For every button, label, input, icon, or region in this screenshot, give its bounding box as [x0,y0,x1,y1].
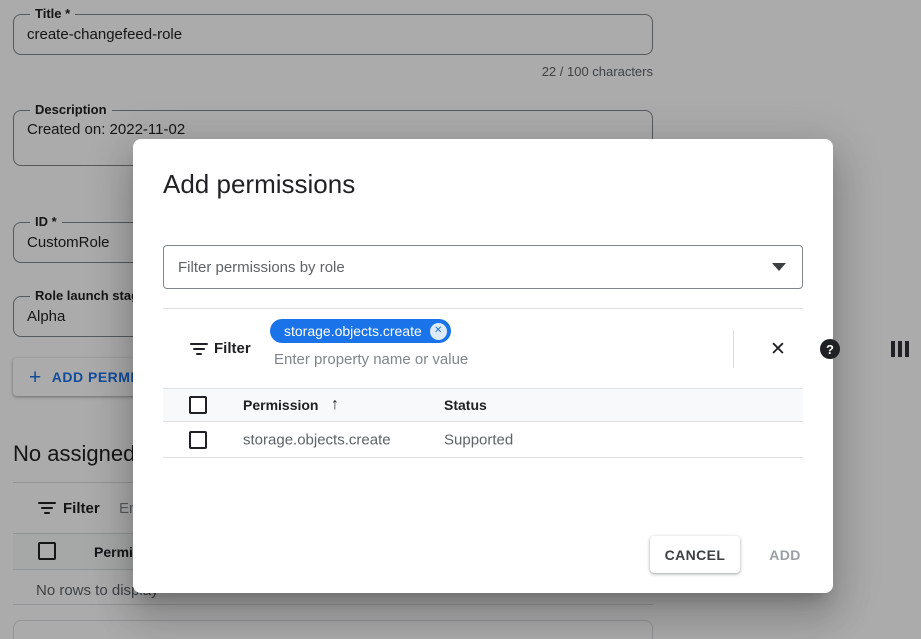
cancel-button[interactable]: CANCEL [650,536,740,573]
filter-chip-storage-objects-create[interactable]: storage.objects.create ✕ [270,319,451,343]
add-permissions-dialog: Add permissions Filter permissions by ro… [133,139,833,593]
sort-ascending-icon[interactable]: ↑ [331,396,339,414]
dialog-filter-label: Filter [214,340,251,357]
column-options-button[interactable] [886,335,914,363]
chevron-down-icon [772,263,786,271]
filter-icon [190,342,208,361]
role-select-placeholder: Filter permissions by role [178,259,772,276]
row-checkbox[interactable] [189,431,207,449]
toolbar-divider [733,330,734,368]
row-status: Supported [444,431,513,448]
dialog-filter-input[interactable] [274,347,604,371]
close-icon: ✕ [770,338,786,361]
columns-icon [891,341,909,357]
clear-filter-button[interactable]: ✕ [764,335,792,363]
divider [163,308,803,309]
chip-remove-icon[interactable]: ✕ [430,323,447,340]
dialog-table-header: Permission ↑ Status [163,388,803,422]
select-all-checkbox[interactable] [189,396,207,414]
filter-permissions-by-role-select[interactable]: Filter permissions by role [163,245,803,289]
dialog-title: Add permissions [163,169,355,200]
screen: Title * create-changefeed-role 22 / 100 … [0,0,921,639]
column-status[interactable]: Status [444,397,487,413]
filter-chip-label: storage.objects.create [284,323,422,339]
column-permission[interactable]: Permission [243,397,318,413]
filter-help-button[interactable]: ? [816,335,844,363]
help-icon: ? [820,339,840,359]
add-button[interactable]: ADD [750,536,820,573]
table-row[interactable]: storage.objects.create Supported [163,422,803,458]
row-permission: storage.objects.create [243,431,391,448]
